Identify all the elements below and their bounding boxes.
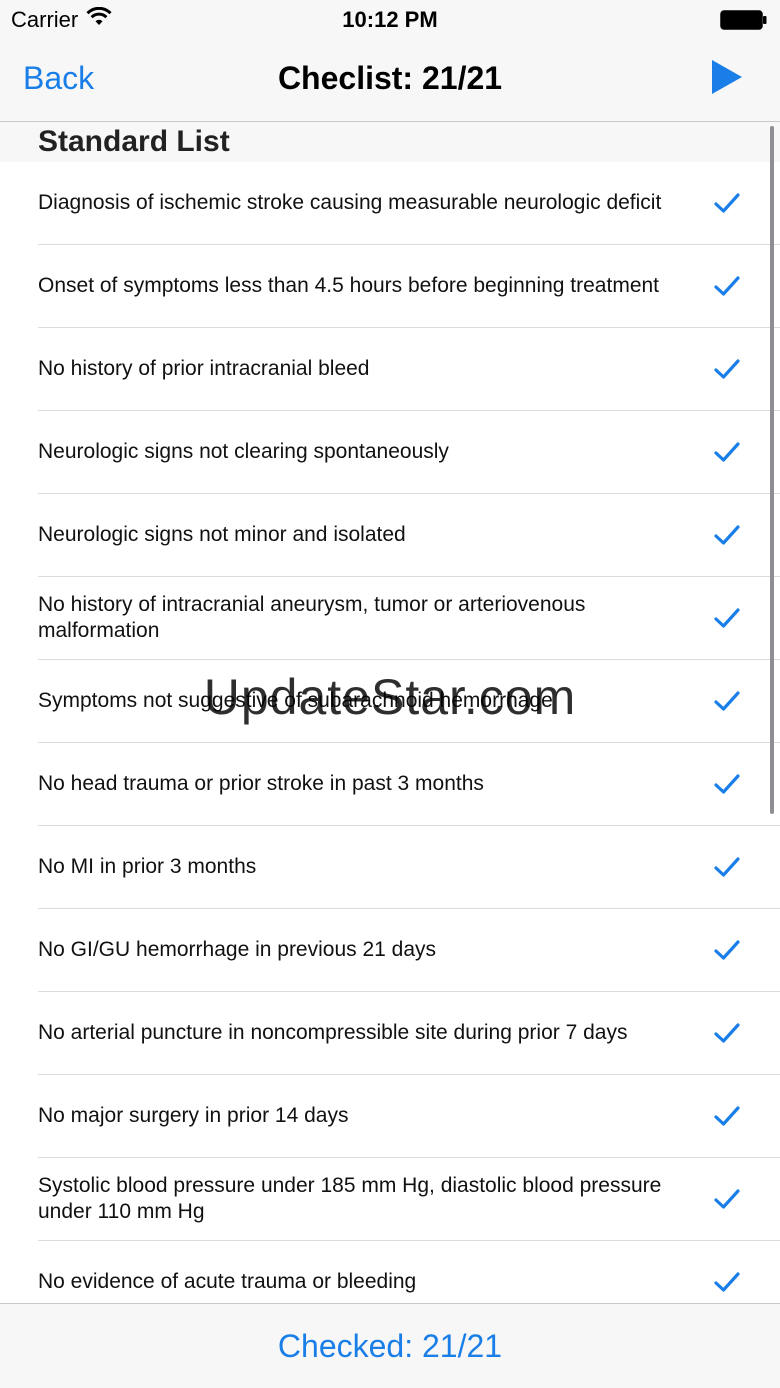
- page-title: Checlist: 21/21: [277, 60, 503, 96]
- bottom-toolbar: Checked: 21/21: [0, 1303, 780, 1388]
- checklist-item-label: No GI/GU hemorrhage in previous 21 days: [38, 938, 437, 961]
- checklist-item-label: No MI in prior 3 months: [38, 855, 257, 878]
- checkmark-icon: [714, 524, 740, 551]
- checked-count-button[interactable]: Checked: 21/21: [0, 1328, 780, 1365]
- checklist-item[interactable]: No evidence of acute trauma or bleeding: [38, 1241, 780, 1303]
- checkmark-icon: [714, 1105, 740, 1132]
- status-bar: Carrier 10:12 PM: [0, 0, 780, 40]
- checklist-item[interactable]: Onset of symptoms less than 4.5 hours be…: [38, 245, 780, 328]
- checklist-item-label: No evidence of acute trauma or bleeding: [38, 1270, 417, 1293]
- checklist-item[interactable]: Neurologic signs not clearing spontaneou…: [38, 411, 780, 494]
- checkmark-icon: [714, 939, 740, 966]
- checklist-item[interactable]: Symptoms not suggestive of subarachnoid …: [38, 660, 780, 743]
- checkmark-icon: [714, 607, 740, 634]
- checklist-item[interactable]: No major surgery in prior 14 days: [38, 1075, 780, 1158]
- checkmark-icon: [714, 1022, 740, 1049]
- checkmark-icon: [714, 192, 740, 219]
- checkmark-icon: [714, 1271, 740, 1298]
- checklist-item-label: No head trauma or prior stroke in past 3…: [38, 772, 484, 795]
- navigation-bar: Back Checlist: 21/21: [0, 40, 780, 122]
- checklist-item-label: Symptoms not suggestive of subarachnoid …: [38, 689, 553, 712]
- checklist-item-label: No major surgery in prior 14 days: [38, 1104, 349, 1127]
- checklist-item-label: Systolic blood pressure under 185 mm Hg,…: [38, 1174, 662, 1223]
- checklist-item[interactable]: Systolic blood pressure under 185 mm Hg,…: [38, 1158, 780, 1241]
- checklist-item[interactable]: No GI/GU hemorrhage in previous 21 days: [38, 909, 780, 992]
- checklist-item-label: Neurologic signs not clearing spontaneou…: [38, 440, 449, 463]
- checklist-item-label: No arterial puncture in noncompressible …: [38, 1021, 628, 1044]
- checklist-item-label: Neurologic signs not minor and isolated: [38, 523, 406, 546]
- checklist-item-label: No history of prior intracranial bleed: [38, 357, 370, 380]
- section-title: Standard List: [38, 125, 230, 158]
- checklist-item[interactable]: No arterial puncture in noncompressible …: [38, 992, 780, 1075]
- checkmark-icon: [714, 856, 740, 883]
- play-icon[interactable]: [710, 58, 744, 101]
- checkmark-icon: [714, 773, 740, 800]
- checklist-item-label: Diagnosis of ischemic stroke causing mea…: [38, 191, 662, 214]
- status-time: 10:12 PM: [342, 7, 438, 32]
- checkmark-icon: [714, 275, 740, 302]
- checkmark-icon: [714, 441, 740, 468]
- checklist-item-label: Onset of symptoms less than 4.5 hours be…: [38, 274, 660, 297]
- checklist-table[interactable]: Standard List Diagnosis of ischemic stro…: [0, 122, 780, 1303]
- checklist-item[interactable]: Diagnosis of ischemic stroke causing mea…: [38, 162, 780, 245]
- checkmark-icon: [714, 358, 740, 385]
- checkmark-icon: [714, 1188, 740, 1215]
- checklist-item[interactable]: Neurologic signs not minor and isolated: [38, 494, 780, 577]
- checklist-rows: Diagnosis of ischemic stroke causing mea…: [0, 162, 780, 1303]
- checklist-item[interactable]: No head trauma or prior stroke in past 3…: [38, 743, 780, 826]
- checklist-item[interactable]: No history of prior intracranial bleed: [38, 328, 780, 411]
- checklist-item-label: No history of intracranial aneurysm, tum…: [38, 593, 586, 642]
- checklist-item[interactable]: No MI in prior 3 months: [38, 826, 780, 909]
- scrollbar[interactable]: [770, 126, 774, 814]
- checklist-item[interactable]: No history of intracranial aneurysm, tum…: [38, 577, 780, 660]
- battery-icon: [720, 10, 768, 35]
- checkmark-icon: [714, 690, 740, 717]
- section-header: Standard List: [0, 122, 780, 162]
